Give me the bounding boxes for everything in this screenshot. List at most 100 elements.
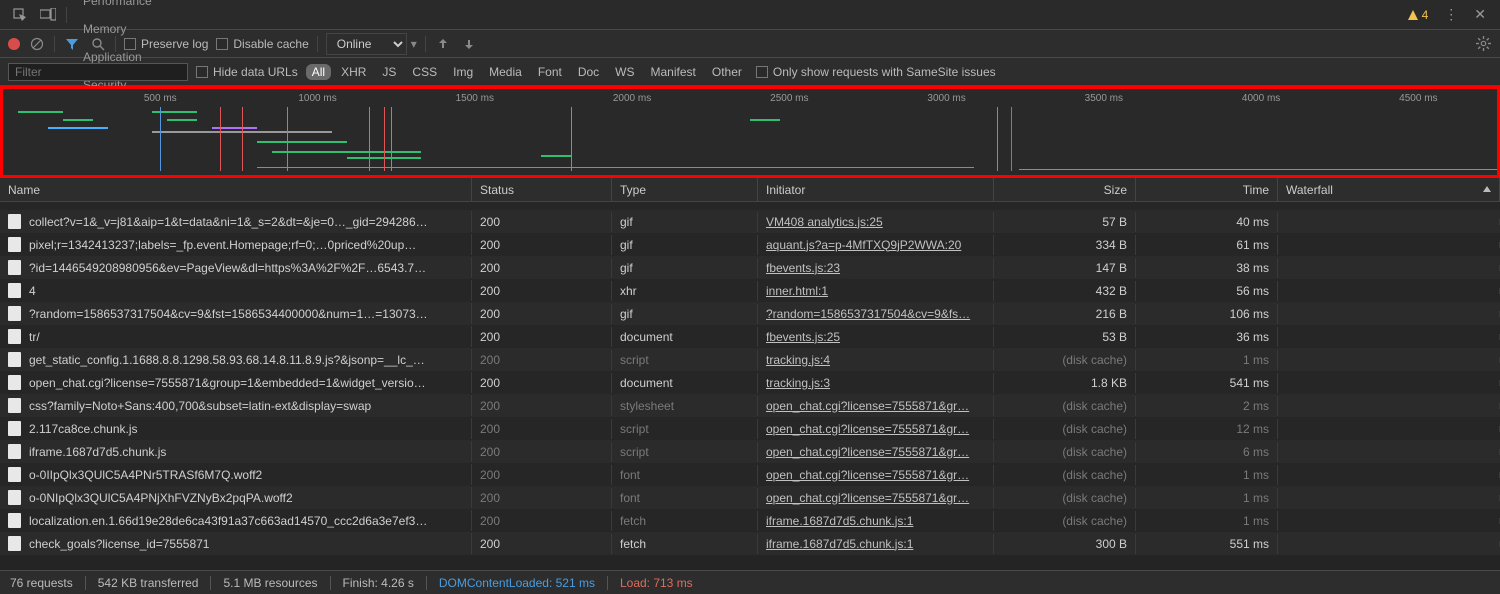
request-time: 61 ms <box>1136 235 1278 255</box>
col-name[interactable]: Name <box>0 178 472 201</box>
table-row[interactable]: collect?v=1&_v=j81&aip=1&t=data&ni=1&_s=… <box>0 210 1500 233</box>
request-type: xhr <box>612 281 758 301</box>
request-initiator[interactable]: open_chat.cgi?license=7555871&gr… <box>766 399 969 413</box>
upload-har-icon[interactable] <box>434 35 452 53</box>
table-row[interactable]: o-0NIpQlx3QUlC5A4PNjXhFVZNyBx2pqPA.woff2… <box>0 486 1500 509</box>
request-status: 200 <box>472 442 612 462</box>
tab-performance[interactable]: Performance <box>71 0 164 15</box>
request-initiator[interactable]: inner.html:1 <box>766 284 828 298</box>
filter-type-doc[interactable]: Doc <box>572 64 605 80</box>
table-row[interactable]: ?id=1446549208980956&ev=PageView&dl=http… <box>0 256 1500 279</box>
filter-icon[interactable] <box>63 35 81 53</box>
request-name: 4 <box>29 284 36 298</box>
request-initiator[interactable]: iframe.1687d7d5.chunk.js:1 <box>766 537 913 551</box>
request-initiator[interactable]: VM408 analytics.js:25 <box>766 215 883 229</box>
request-size: 300 B <box>994 534 1136 554</box>
table-row[interactable]: 4200xhrinner.html:1432 B56 ms <box>0 279 1500 302</box>
table-row[interactable]: ?random=1586537317504&cv=9&fst=158653440… <box>0 302 1500 325</box>
preserve-log-checkbox[interactable]: Preserve log <box>124 37 208 51</box>
warnings-badge[interactable]: 4 <box>1407 8 1429 22</box>
request-name: open_chat.cgi?license=7555871&group=1&em… <box>29 376 426 390</box>
filter-input[interactable] <box>8 63 188 81</box>
col-initiator[interactable]: Initiator <box>758 178 994 201</box>
samesite-checkbox[interactable]: Only show requests with SameSite issues <box>756 65 996 79</box>
filter-type-manifest[interactable]: Manifest <box>645 64 702 80</box>
request-initiator[interactable]: tracking.js:3 <box>766 376 830 390</box>
request-initiator[interactable]: fbevents.js:25 <box>766 330 840 344</box>
request-time: 1 ms <box>1136 488 1278 508</box>
device-toggle-icon[interactable] <box>34 1 62 29</box>
col-time[interactable]: Time <box>1136 178 1278 201</box>
settings-gear-icon[interactable] <box>1474 35 1492 53</box>
download-har-icon[interactable] <box>460 35 478 53</box>
request-initiator[interactable]: iframe.1687d7d5.chunk.js:1 <box>766 514 913 528</box>
file-icon <box>8 352 21 367</box>
request-size: (disk cache) <box>994 350 1136 370</box>
disable-cache-checkbox[interactable]: Disable cache <box>216 37 308 51</box>
request-initiator[interactable]: open_chat.cgi?license=7555871&gr… <box>766 491 969 505</box>
filter-type-css[interactable]: CSS <box>406 64 443 80</box>
request-initiator[interactable]: open_chat.cgi?license=7555871&gr… <box>766 445 969 459</box>
filter-type-js[interactable]: JS <box>376 64 402 80</box>
request-type: gif <box>612 304 758 324</box>
hide-data-urls-checkbox[interactable]: Hide data URLs <box>196 65 298 79</box>
table-row[interactable]: tr/200documentfbevents.js:2553 B36 ms <box>0 325 1500 348</box>
table-row[interactable]: localization.en.1.66d19e28de6ca43f91a37c… <box>0 509 1500 532</box>
table-row[interactable]: get_static_config.1.1688.8.8.1298.58.93.… <box>0 348 1500 371</box>
filter-type-img[interactable]: Img <box>447 64 479 80</box>
col-status[interactable]: Status <box>472 178 612 201</box>
request-time: 541 ms <box>1136 373 1278 393</box>
close-icon[interactable]: ✕ <box>1466 6 1494 23</box>
file-icon <box>8 375 21 390</box>
inspect-icon[interactable] <box>6 1 34 29</box>
table-row[interactable]: css?family=Noto+Sans:400,700&subset=lati… <box>0 394 1500 417</box>
footer-finish: Finish: 4.26 s <box>343 576 414 590</box>
col-type[interactable]: Type <box>612 178 758 201</box>
request-status: 200 <box>472 488 612 508</box>
filter-type-xhr[interactable]: XHR <box>335 64 372 80</box>
request-size: 216 B <box>994 304 1136 324</box>
request-initiator[interactable]: open_chat.cgi?license=7555871&gr… <box>766 468 969 482</box>
request-initiator[interactable]: fbevents.js:23 <box>766 261 840 275</box>
request-initiator[interactable]: aquant.js?a=p-4MfTXQ9jP2WWA:20 <box>766 238 961 252</box>
record-button[interactable] <box>8 38 20 50</box>
request-initiator[interactable]: open_chat.cgi?license=7555871&gr… <box>766 422 969 436</box>
table-row[interactable]: 2.117ca8ce.chunk.js200scriptopen_chat.cg… <box>0 417 1500 440</box>
kebab-menu-icon[interactable]: ⋮ <box>1436 6 1466 23</box>
overview-tick: 2500 ms <box>770 93 808 104</box>
table-row[interactable]: o-0IIpQlx3QUlC5A4PNr5TRASf6M7Q.woff2200f… <box>0 463 1500 486</box>
table-row[interactable]: pixel;r=1342413237;labels=_fp.event.Home… <box>0 233 1500 256</box>
request-type: font <box>612 488 758 508</box>
search-icon[interactable] <box>89 35 107 53</box>
clear-icon[interactable] <box>28 35 46 53</box>
file-icon <box>8 398 21 413</box>
request-name: get_static_config.1.1688.8.8.1298.58.93.… <box>29 353 425 367</box>
request-type: font <box>612 465 758 485</box>
request-table[interactable]: collect?v=1&_v=j81&aip=1&t=data&ni=1&_s=… <box>0 202 1500 566</box>
request-size: 53 B <box>994 327 1136 347</box>
filter-type-other[interactable]: Other <box>706 64 748 80</box>
table-row[interactable]: open_chat.cgi?license=7555871&group=1&em… <box>0 371 1500 394</box>
request-initiator[interactable]: tracking.js:4 <box>766 353 830 367</box>
filter-type-ws[interactable]: WS <box>609 64 640 80</box>
request-size: 57 B <box>994 212 1136 232</box>
table-row[interactable]: check_goals?license_id=7555871200fetchif… <box>0 532 1500 555</box>
devtools-tabs: ElementsConsoleSourcesNetworkPerformance… <box>0 0 1500 30</box>
filter-type-all[interactable]: All <box>306 64 331 80</box>
footer-load: Load: 713 ms <box>620 576 693 590</box>
col-waterfall[interactable]: Waterfall <box>1278 178 1500 201</box>
col-size[interactable]: Size <box>994 178 1136 201</box>
request-time: 1 ms <box>1136 465 1278 485</box>
request-size: 147 B <box>994 258 1136 278</box>
request-type: script <box>612 350 758 370</box>
footer-requests: 76 requests <box>10 576 73 590</box>
request-status: 200 <box>472 465 612 485</box>
throttling-select[interactable]: Online <box>326 33 407 55</box>
table-row[interactable]: iframe.1687d7d5.chunk.js200scriptopen_ch… <box>0 440 1500 463</box>
request-status: 200 <box>472 235 612 255</box>
request-initiator[interactable]: ?random=1586537317504&cv=9&fs… <box>766 307 970 321</box>
timeline-overview[interactable]: 500 ms1000 ms1500 ms2000 ms2500 ms3000 m… <box>0 86 1500 178</box>
filter-type-media[interactable]: Media <box>483 64 528 80</box>
request-type: fetch <box>612 511 758 531</box>
filter-type-font[interactable]: Font <box>532 64 568 80</box>
